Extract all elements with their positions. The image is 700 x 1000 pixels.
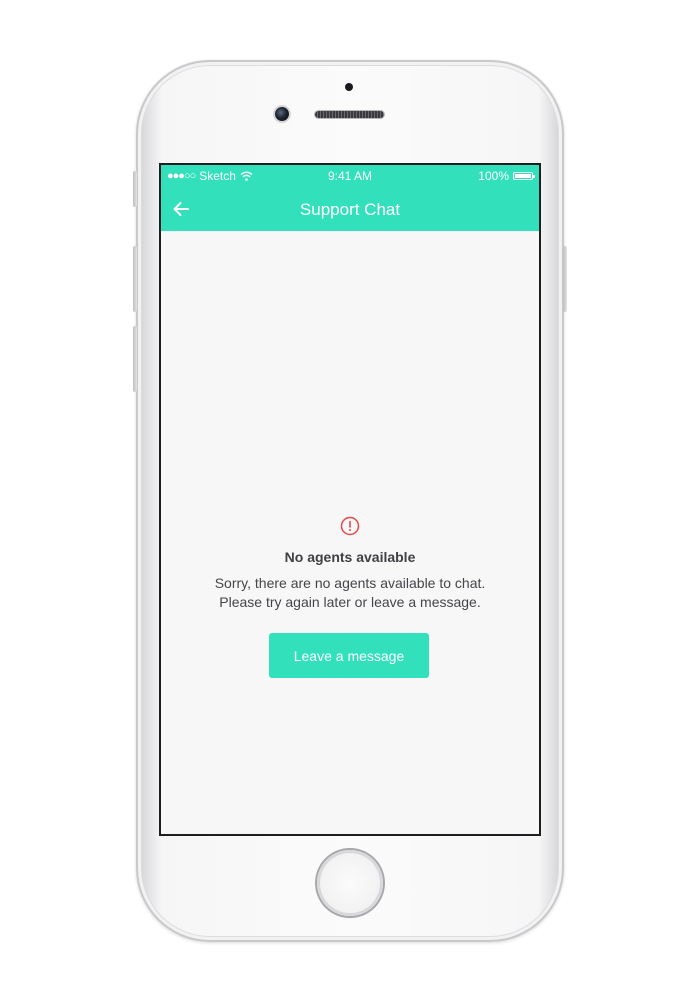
leave-message-button[interactable]: Leave a message	[269, 633, 429, 678]
phone-screen: ●●●○○ Sketch 9:41 AM 100% Support Chat N…	[159, 163, 541, 836]
battery-icon	[513, 172, 535, 180]
power-button	[563, 246, 567, 312]
page-title: Support Chat	[299, 200, 401, 219]
silent-switch	[133, 171, 137, 207]
front-camera	[275, 107, 289, 121]
battery-level	[515, 174, 531, 178]
battery-percent: 100%	[478, 169, 509, 183]
empty-state-title: No agents available	[284, 549, 416, 565]
status-bar: ●●●○○ Sketch 9:41 AM 100%	[161, 165, 539, 187]
device-mockup: ●●●○○ Sketch 9:41 AM 100% Support Chat N…	[0, 0, 700, 1000]
empty-state-message-line-1: Sorry, there are no agents available to …	[214, 575, 486, 591]
earpiece-speaker	[315, 111, 384, 118]
empty-state-message-line-2: Please try again later or leave a messag…	[219, 594, 481, 610]
home-button[interactable]	[317, 850, 383, 916]
volume-up-button	[133, 246, 137, 312]
navigation-bar: Support Chat	[161, 187, 539, 231]
volume-down-button	[133, 326, 137, 392]
alert-circle-icon	[340, 516, 360, 536]
proximity-sensor	[345, 83, 353, 91]
app-window: ●●●○○ Sketch 9:41 AM 100% Support Chat N…	[161, 165, 539, 834]
empty-state-message: Sorry, there are no agents available to …	[181, 574, 519, 612]
chat-content: No agents available Sorry, there are no …	[161, 231, 539, 834]
status-right: 100%	[478, 169, 535, 183]
